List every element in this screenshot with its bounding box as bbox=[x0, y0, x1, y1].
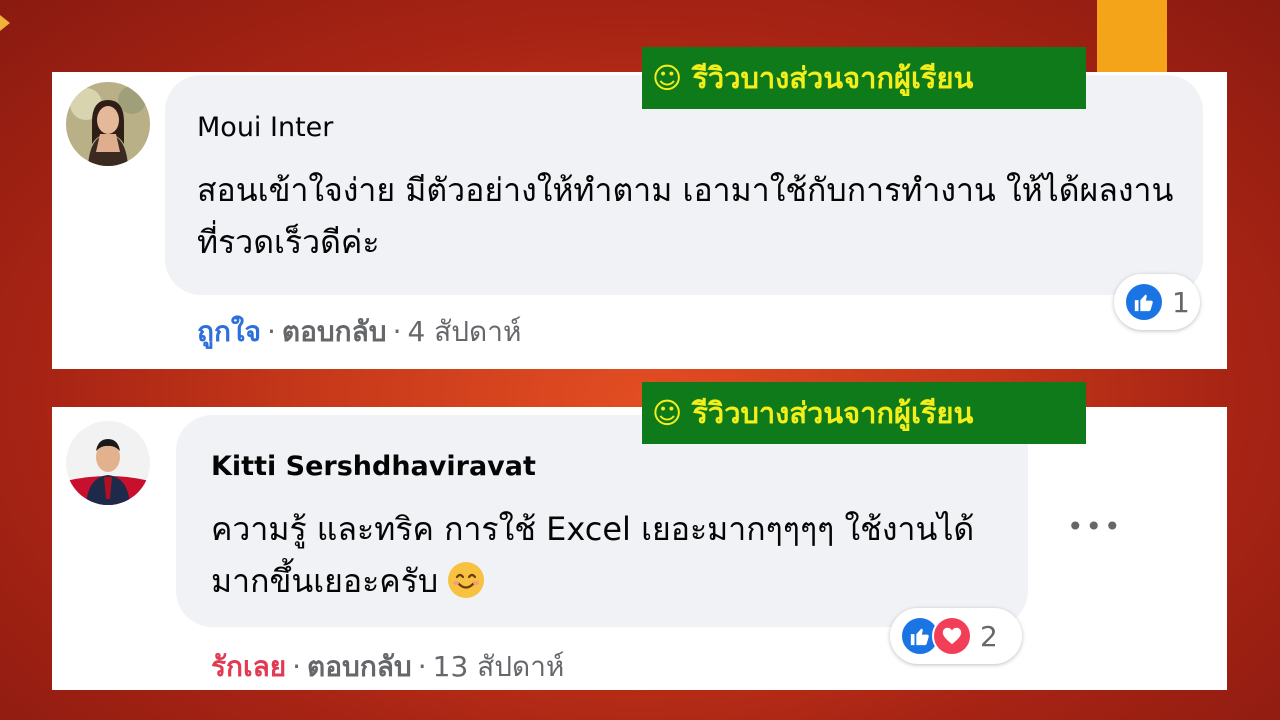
reaction-count: 1 bbox=[1172, 285, 1190, 319]
reaction-summary[interactable]: 1 bbox=[1114, 274, 1200, 330]
review-label-banner: ☺ รีวิวบางส่วนจากผู้เรียน bbox=[642, 382, 1086, 444]
comment-author[interactable]: Moui Inter bbox=[197, 112, 333, 143]
accent-bar bbox=[1097, 0, 1167, 76]
separator-dot: · bbox=[392, 315, 402, 348]
slide-arrow-decoration bbox=[0, 15, 10, 31]
comment-text: ความรู้ และทริค การใช้ Excel เยอะมากๆๆๆๆ… bbox=[211, 503, 1011, 607]
separator-dot: · bbox=[292, 650, 302, 683]
comment-actions: ถูกใจ · ตอบกลับ · 4 สัปดาห์ bbox=[197, 310, 521, 354]
separator-dot: · bbox=[417, 650, 427, 683]
reaction-summary[interactable]: 2 bbox=[890, 608, 1022, 664]
avatar-kitti-sershdhaviravat[interactable] bbox=[66, 421, 150, 505]
comment-author[interactable]: Kitti Sershdhaviravat bbox=[211, 451, 536, 482]
love-action-link[interactable]: รักเลย bbox=[211, 650, 286, 683]
avatar-moui-inter[interactable] bbox=[66, 82, 150, 166]
separator-dot: · bbox=[266, 315, 276, 348]
comment-card-2: Kitti Sershdhaviravat ความรู้ และทริค กา… bbox=[52, 407, 1227, 690]
review-label-banner: ☺ รีวิวบางส่วนจากผู้เรียน bbox=[642, 47, 1086, 109]
smiling-face-emoji bbox=[448, 562, 485, 598]
reply-action-link[interactable]: ตอบกลับ bbox=[282, 315, 387, 348]
comment-timestamp[interactable]: 13 สัปดาห์ bbox=[433, 650, 565, 683]
like-icon bbox=[1124, 282, 1164, 322]
comment-timestamp[interactable]: 4 สัปดาห์ bbox=[407, 315, 521, 348]
reply-action-link[interactable]: ตอบกลับ bbox=[307, 650, 412, 683]
comment-actions: รักเลย · ตอบกลับ · 13 สัปดาห์ bbox=[211, 645, 564, 689]
like-action-link[interactable]: ถูกใจ bbox=[197, 315, 261, 348]
more-options-icon[interactable]: ••• bbox=[1067, 510, 1123, 543]
comment-card-1: Moui Inter สอนเข้าใจง่าย มีตัวอย่างให้ทำ… bbox=[52, 72, 1227, 369]
reaction-count: 2 bbox=[980, 619, 998, 653]
love-icon bbox=[932, 616, 972, 656]
comment-text: สอนเข้าใจง่าย มีตัวอย่างให้ทำตาม เอามาใช… bbox=[197, 171, 1174, 261]
comment-text-content: ความรู้ และทริค การใช้ Excel เยอะมากๆๆๆๆ… bbox=[211, 510, 975, 600]
